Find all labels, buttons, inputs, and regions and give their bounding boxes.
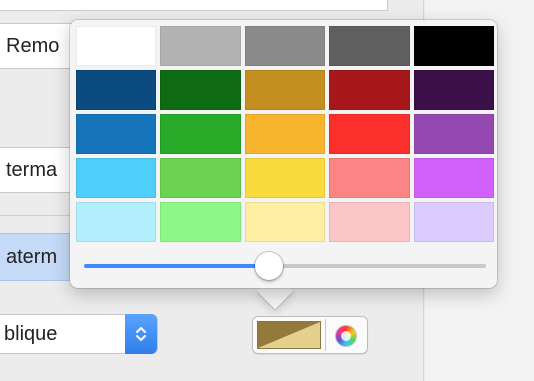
color-swatch[interactable] xyxy=(76,202,157,242)
color-well[interactable] xyxy=(252,316,368,354)
color-swatch[interactable] xyxy=(76,114,157,154)
color-swatch[interactable] xyxy=(413,202,494,242)
selected-field[interactable]: aterm xyxy=(0,233,80,281)
current-color-swatch[interactable] xyxy=(257,321,321,349)
remove-field-text: Remo xyxy=(6,34,60,57)
color-swatch[interactable] xyxy=(329,202,410,242)
color-swatch[interactable] xyxy=(413,158,494,198)
color-swatch[interactable] xyxy=(413,114,494,154)
color-swatch[interactable] xyxy=(329,158,410,198)
color-swatch[interactable] xyxy=(160,114,241,154)
selected-field-text: aterm xyxy=(6,245,58,268)
slider-fill xyxy=(84,264,269,268)
color-picker-popover xyxy=(70,20,497,288)
color-swatch[interactable] xyxy=(244,114,326,154)
slider-knob[interactable] xyxy=(254,252,283,280)
color-swatch[interactable] xyxy=(160,70,241,110)
chevron-up-down-icon xyxy=(125,314,157,354)
color-swatch[interactable] xyxy=(413,70,494,110)
color-swatch[interactable] xyxy=(76,26,157,66)
top-text-field[interactable] xyxy=(0,0,388,11)
style-popup-value: blique xyxy=(4,322,58,345)
remove-field[interactable]: Remo xyxy=(0,23,80,69)
color-swatch[interactable] xyxy=(329,70,410,110)
color-swatch[interactable] xyxy=(329,114,410,154)
color-swatch[interactable] xyxy=(160,202,241,242)
color-swatch[interactable] xyxy=(244,26,326,66)
color-swatch[interactable] xyxy=(244,202,326,242)
color-swatch[interactable] xyxy=(413,26,494,66)
terma-field-text: terma xyxy=(6,158,58,181)
style-popup-button[interactable]: blique xyxy=(0,314,158,354)
color-wheel-icon[interactable] xyxy=(335,325,357,347)
terma-field[interactable]: terma xyxy=(0,147,80,193)
color-swatch[interactable] xyxy=(76,70,157,110)
brightness-slider[interactable] xyxy=(84,252,486,280)
color-swatch[interactable] xyxy=(244,70,326,110)
color-swatch[interactable] xyxy=(329,26,410,66)
color-swatch[interactable] xyxy=(244,158,326,198)
color-swatch[interactable] xyxy=(160,26,241,66)
color-swatch-grid xyxy=(76,26,494,242)
color-well-divider xyxy=(325,319,326,351)
color-swatch[interactable] xyxy=(76,158,157,198)
color-swatch[interactable] xyxy=(160,158,241,198)
